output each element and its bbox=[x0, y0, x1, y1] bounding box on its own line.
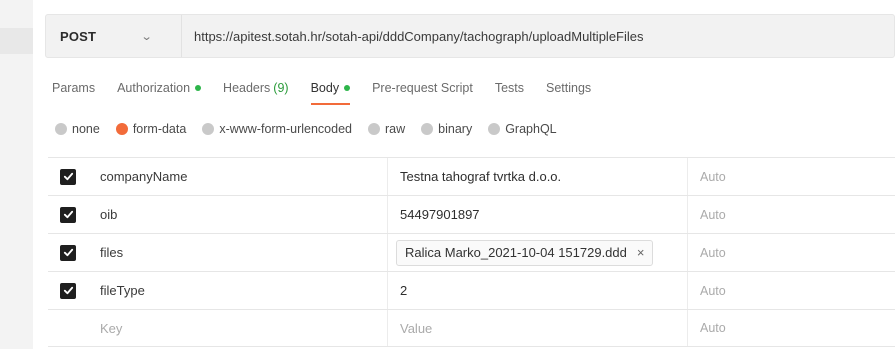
radio-raw[interactable]: raw bbox=[368, 122, 405, 136]
method-label: POST bbox=[60, 28, 97, 44]
row-checkbox-cell bbox=[48, 244, 88, 261]
radio-label: none bbox=[72, 122, 100, 136]
tab-label: Params bbox=[52, 81, 96, 95]
radio-graphql[interactable]: GraphQL bbox=[488, 122, 557, 136]
description-field[interactable]: Auto bbox=[688, 158, 895, 195]
value-field[interactable]: 54497901897 bbox=[388, 196, 688, 233]
description-field[interactable]: Auto bbox=[688, 196, 895, 233]
table-row: companyName Testna tahograf tvrtka d.o.o.… bbox=[48, 157, 895, 195]
value-field[interactable]: Testna tahograf tvrtka d.o.o. bbox=[388, 158, 688, 195]
row-enabled-checkbox[interactable] bbox=[60, 244, 76, 261]
description-field[interactable]: Auto bbox=[688, 234, 895, 271]
table-row: fileType 2 Auto bbox=[48, 271, 895, 309]
table-row: oib 54497901897 Auto bbox=[48, 195, 895, 233]
tab-label: Settings bbox=[546, 81, 592, 95]
checkmark-icon bbox=[63, 248, 73, 257]
radio-x-www-form-urlencoded[interactable]: x-www-form-urlencoded bbox=[202, 122, 352, 136]
radio-label: binary bbox=[438, 122, 473, 136]
row-enabled-checkbox[interactable] bbox=[60, 206, 76, 223]
tab-params[interactable]: Params bbox=[52, 76, 95, 100]
file-chip: Ralica Marko_2021-10-04 151729.ddd × bbox=[396, 239, 654, 266]
tab-pre-request-script[interactable]: Pre-request Script bbox=[372, 76, 473, 100]
tab-label: Pre-request Script bbox=[372, 81, 473, 95]
row-checkbox-cell bbox=[48, 282, 88, 299]
row-enabled-checkbox[interactable] bbox=[60, 168, 76, 185]
row-checkbox-cell bbox=[48, 206, 88, 223]
tab-label: Headers bbox=[223, 81, 271, 95]
radio-label: raw bbox=[385, 122, 406, 136]
file-name: Ralica Marko_2021-10-04 151729.ddd bbox=[405, 245, 627, 260]
sidebar-band bbox=[0, 28, 33, 54]
radio-label: x-www-form-urlencoded bbox=[219, 122, 352, 136]
tab-authorization[interactable]: Authorization bbox=[117, 76, 202, 100]
checkmark-icon bbox=[63, 286, 73, 295]
tab-label: Body bbox=[310, 81, 340, 95]
tab-headers[interactable]: Headers (9) bbox=[223, 76, 289, 100]
status-dot-icon bbox=[195, 85, 202, 91]
url-input[interactable]: https://apitest.sotah.hr/sotah-api/dddCo… bbox=[182, 29, 644, 44]
form-data-table: companyName Testna tahograf tvrtka d.o.o.… bbox=[48, 157, 895, 347]
description-field[interactable]: Auto bbox=[688, 272, 895, 309]
key-field[interactable]: oib bbox=[88, 196, 388, 233]
radio-circle-icon bbox=[368, 123, 380, 135]
tab-settings[interactable]: Settings bbox=[546, 76, 591, 100]
status-dot-icon bbox=[344, 85, 351, 91]
key-field[interactable]: fileType bbox=[88, 272, 388, 309]
new-table-row: Key Value Auto bbox=[48, 309, 895, 347]
radio-circle-icon bbox=[115, 123, 128, 135]
checkmark-icon bbox=[63, 210, 73, 219]
table-row: files Ralica Marko_2021-10-04 151729.ddd ×… bbox=[48, 233, 895, 271]
row-checkbox-cell bbox=[48, 168, 88, 185]
key-field[interactable]: files bbox=[88, 234, 388, 271]
close-icon[interactable]: × bbox=[637, 245, 645, 260]
chevron-down-icon: ⌄ bbox=[140, 30, 153, 43]
method-select[interactable]: POST ⌄ bbox=[46, 15, 182, 57]
radio-label: form-data bbox=[132, 122, 187, 136]
radio-circle-icon bbox=[421, 123, 434, 135]
new-value-input[interactable]: Value bbox=[388, 310, 688, 346]
sidebar-strip bbox=[0, 0, 33, 349]
radio-form-data[interactable]: form-data bbox=[115, 122, 187, 136]
tab-tests[interactable]: Tests bbox=[495, 76, 524, 100]
radio-circle-icon bbox=[202, 123, 215, 135]
radio-circle-icon bbox=[55, 123, 67, 135]
body-type-options: none form-data x-www-form-urlencoded raw bin… bbox=[55, 118, 573, 140]
new-key-input[interactable]: Key bbox=[88, 310, 388, 346]
request-url-bar: POST ⌄ https://apitest.sotah.hr/sotah-ap… bbox=[45, 14, 895, 58]
value-field[interactable]: 2 bbox=[388, 272, 688, 309]
tab-label: Tests bbox=[494, 81, 524, 95]
checkmark-icon bbox=[63, 172, 73, 181]
radio-label: GraphQL bbox=[505, 122, 557, 136]
request-tabs: Params Authorization Headers (9) Body Pre-req… bbox=[52, 76, 613, 105]
tab-count-badge: (9) bbox=[273, 81, 289, 95]
radio-circle-icon bbox=[488, 123, 501, 135]
key-field[interactable]: companyName bbox=[88, 158, 388, 195]
row-enabled-checkbox[interactable] bbox=[60, 282, 76, 299]
radio-none[interactable]: none bbox=[55, 122, 100, 136]
tab-body[interactable]: Body bbox=[310, 76, 351, 105]
radio-binary[interactable]: binary bbox=[421, 122, 472, 136]
new-description-input[interactable]: Auto bbox=[688, 310, 895, 346]
tab-label: Authorization bbox=[117, 81, 191, 95]
file-value-field[interactable]: Ralica Marko_2021-10-04 151729.ddd × bbox=[388, 234, 688, 271]
